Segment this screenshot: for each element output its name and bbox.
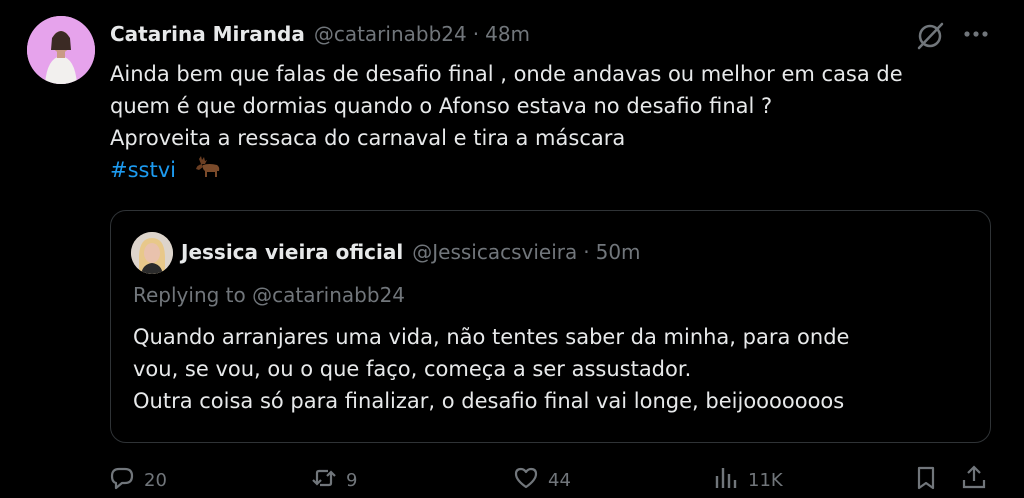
tweet[interactable]: Catarina Miranda @catarinabb24 · 48m Ain… <box>0 0 1024 498</box>
author-handle[interactable]: @catarinabb24 <box>314 22 467 46</box>
tweet-text: Ainda bem que falas de desafio final , o… <box>110 58 990 188</box>
author-name[interactable]: Catarina Miranda <box>110 22 305 46</box>
bookmark-icon <box>912 464 940 497</box>
replying-to: Replying to @catarinabb24 <box>133 283 406 307</box>
tweet-text-line: Aproveita a ressaca do carnaval e tira a… <box>110 126 626 150</box>
quoted-text-line: Outra coisa só para finalizar, o desafio… <box>133 389 845 413</box>
quoted-text: Quando arranjares uma vida, não tentes s… <box>133 321 973 417</box>
action-bar: 20 9 44 11K <box>0 462 1024 498</box>
tweet-header: Catarina Miranda @catarinabb24 · 48m <box>110 17 530 51</box>
quoted-text-line: vou, se vou, ou o que faço, começa a ser… <box>133 357 692 381</box>
grok-icon[interactable] <box>914 20 946 52</box>
quoted-author-avatar[interactable] <box>131 232 173 274</box>
views-count: 11K <box>748 469 783 491</box>
moose-emoji <box>193 155 223 188</box>
reply-count: 20 <box>144 469 167 491</box>
tweet-text-line: quem é que dormias quando o Afonso estav… <box>110 94 773 118</box>
reply-icon <box>108 464 136 497</box>
repost-icon <box>310 464 338 497</box>
quoted-text-line: Quando arranjares uma vida, não tentes s… <box>133 325 850 349</box>
heart-icon <box>512 464 540 497</box>
like-button[interactable]: 44 <box>512 462 571 498</box>
views-icon <box>712 464 740 497</box>
more-icon[interactable] <box>958 20 994 48</box>
quoted-tweet[interactable]: Jessica vieira oficial @Jessicacsvieira … <box>110 210 991 443</box>
tweet-text-line: Ainda bem que falas de desafio final , o… <box>110 62 903 86</box>
share-icon <box>960 464 988 497</box>
quoted-separator-dot: · <box>583 240 590 264</box>
quoted-author-name[interactable]: Jessica vieira oficial <box>181 240 403 264</box>
author-avatar[interactable] <box>27 16 95 84</box>
views-button[interactable]: 11K <box>712 462 783 498</box>
tweet-hashtag-line: #sstvi <box>110 154 990 188</box>
quoted-author-handle[interactable]: @Jessicacsvieira <box>412 240 577 264</box>
hashtag-link[interactable]: #sstvi <box>110 158 176 182</box>
repost-button[interactable]: 9 <box>310 462 357 498</box>
separator-dot: · <box>472 22 480 46</box>
quoted-header: Jessica vieira oficial @Jessicacsvieira … <box>181 237 641 267</box>
share-button[interactable] <box>960 462 988 498</box>
tweet-time[interactable]: 48m <box>485 22 530 46</box>
like-count: 44 <box>548 469 571 491</box>
reply-button[interactable]: 20 <box>108 462 167 498</box>
quoted-time[interactable]: 50m <box>596 240 641 264</box>
bookmark-button[interactable] <box>912 462 940 498</box>
repost-count: 9 <box>346 469 358 491</box>
